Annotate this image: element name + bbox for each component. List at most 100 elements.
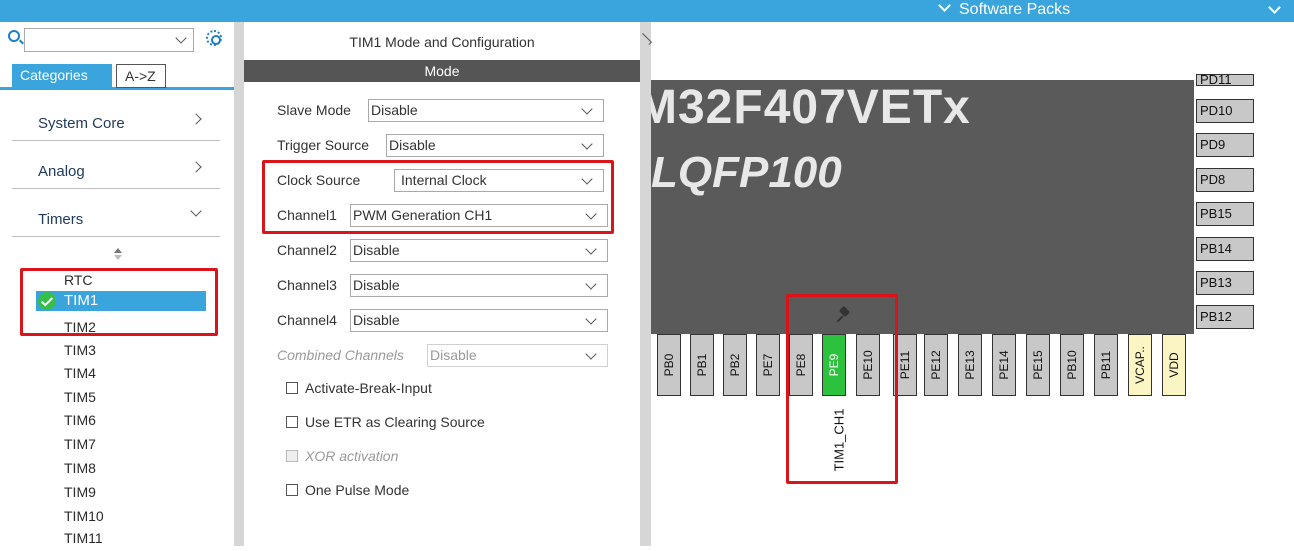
chevron-down-icon[interactable] [1268, 1, 1281, 14]
pin-label: VCAP.. [1133, 346, 1147, 384]
search-combobox[interactable] [24, 28, 194, 52]
list-item-label: TIM1 [64, 292, 99, 309]
chip-package: LQFP100 [651, 148, 842, 197]
field-label: Clock Source [277, 172, 361, 188]
gear-icon[interactable] [206, 30, 222, 46]
checkbox-box[interactable] [286, 484, 298, 496]
list-item-tim6[interactable]: TIM6 [64, 412, 96, 433]
category-analog[interactable]: Analog [12, 149, 220, 189]
pin-label: PE8 [794, 353, 808, 377]
clock-source-select[interactable]: Internal Clock [394, 169, 604, 192]
left-scrollbar[interactable] [234, 22, 244, 546]
chevron-down-icon [585, 313, 597, 325]
checkbox-label: Activate-Break-Input [305, 380, 432, 396]
list-item-rtc[interactable]: RTC [64, 272, 93, 293]
select-value: Disable [430, 347, 477, 363]
pushpin-icon [836, 308, 850, 322]
checkbox-box[interactable] [286, 416, 298, 428]
tab-az[interactable]: A->Z [116, 64, 166, 88]
pin-pb2[interactable]: PB2 [723, 334, 747, 396]
pin-label: PE11 [898, 350, 912, 380]
panel-splitter[interactable] [640, 22, 651, 546]
pin-label: PB10 [1065, 350, 1079, 380]
list-item-tim2[interactable]: TIM2 [64, 319, 96, 340]
pin-pe12[interactable]: PE12 [924, 334, 948, 396]
select-value: Internal Clock [401, 172, 487, 188]
software-packs-menu[interactable]: Software Packs [938, 0, 1070, 22]
list-item-tim7[interactable]: TIM7 [64, 436, 96, 457]
combined-channels-row: Combined Channels Disable [277, 343, 608, 367]
list-item-tim11[interactable]: TIM11 [64, 530, 103, 551]
trigger-source-select[interactable]: Disable [386, 134, 604, 157]
pin-pd11[interactable]: PD11 [1196, 74, 1254, 86]
channel3-select[interactable]: Disable [350, 274, 608, 297]
chevron-down-icon [581, 138, 593, 150]
pin-pb14[interactable]: PB14 [1196, 237, 1254, 261]
pin-pe7[interactable]: PE7 [756, 334, 780, 396]
pin-pb10[interactable]: PB10 [1060, 334, 1084, 396]
checkbox-label: One Pulse Mode [305, 482, 410, 498]
etr-clearing-checkbox[interactable]: Use ETR as Clearing Source [286, 414, 485, 430]
slave-mode-select[interactable]: Disable [368, 99, 604, 122]
list-item-tim9[interactable]: TIM9 [64, 484, 96, 505]
checkbox-label: Use ETR as Clearing Source [305, 414, 485, 430]
pin-pe9[interactable]: PE9 [822, 334, 846, 396]
pin-pe13[interactable]: PE13 [958, 334, 982, 396]
list-item-tim1[interactable]: TIM1 [36, 291, 206, 311]
chevron-down-icon [190, 205, 202, 217]
search-input[interactable] [25, 29, 170, 51]
pin-pe14[interactable]: PE14 [992, 334, 1016, 396]
pin-pb0[interactable]: PB0 [657, 334, 681, 396]
one-pulse-checkbox[interactable]: One Pulse Mode [286, 482, 409, 498]
pin-pe11[interactable]: PE11 [893, 334, 917, 396]
chip-body: M32F407VETx LQFP100 [651, 80, 1194, 334]
pin-pe8[interactable]: PE8 [789, 334, 813, 396]
list-item-tim10[interactable]: TIM10 [64, 508, 104, 529]
pin-label: PE13 [963, 350, 977, 380]
pin-pe15[interactable]: PE15 [1026, 334, 1050, 396]
pin-label: PE10 [861, 350, 875, 380]
trigger-source-row: Trigger Source Disable [277, 133, 604, 157]
pin-label: PE15 [1031, 350, 1045, 380]
pin-label: PB1 [695, 353, 709, 377]
list-item-tim3[interactable]: TIM3 [64, 342, 96, 363]
pin-pb15[interactable]: PB15 [1196, 202, 1254, 226]
pin-pb1[interactable]: PB1 [690, 334, 714, 396]
field-label: Channel1 [277, 207, 337, 223]
pin-pd10[interactable]: PD10 [1196, 99, 1254, 123]
list-item-tim5[interactable]: TIM5 [64, 389, 96, 410]
pin-vcap[interactable]: VCAP.. [1128, 334, 1152, 396]
pin-pb11[interactable]: PB11 [1094, 334, 1118, 396]
pin-pd9[interactable]: PD9 [1196, 133, 1254, 157]
select-value: Disable [389, 137, 436, 153]
chevron-down-icon[interactable] [175, 32, 187, 44]
pin-pb12[interactable]: PB12 [1196, 305, 1254, 329]
channel2-select[interactable]: Disable [350, 239, 608, 262]
slave-mode-row: Slave Mode Disable [277, 98, 604, 122]
chevron-down-icon [585, 208, 597, 220]
pin-pb13[interactable]: PB13 [1196, 271, 1254, 295]
search-icon[interactable] [8, 30, 20, 42]
select-value: Disable [353, 312, 400, 328]
field-label: Combined Channels [277, 347, 404, 363]
pin-vdd[interactable]: VDD [1162, 334, 1186, 396]
activate-break-checkbox[interactable]: Activate-Break-Input [286, 380, 432, 396]
category-timers[interactable]: Timers [12, 197, 220, 237]
pin-pe10[interactable]: PE10 [856, 334, 880, 396]
pin-pd8[interactable]: PD8 [1196, 168, 1254, 192]
channel4-select[interactable]: Disable [350, 309, 608, 332]
list-item-tim4[interactable]: TIM4 [64, 365, 96, 386]
list-item-tim8[interactable]: TIM8 [64, 460, 96, 481]
panel-title: TIM1 Mode and Configuration [349, 34, 535, 50]
sort-icon[interactable] [114, 248, 122, 260]
pin-label: VDD [1167, 352, 1181, 378]
checkbox-box[interactable] [286, 382, 298, 394]
channel1-select[interactable]: PWM Generation CH1 [350, 204, 608, 227]
category-system-core[interactable]: System Core [12, 101, 220, 141]
select-value: PWM Generation CH1 [353, 207, 493, 223]
category-label: Analog [38, 163, 85, 180]
chevron-down-icon [585, 243, 597, 255]
tab-categories[interactable]: Categories [12, 64, 112, 88]
category-label: System Core [38, 115, 125, 132]
category-label: Timers [38, 211, 84, 228]
